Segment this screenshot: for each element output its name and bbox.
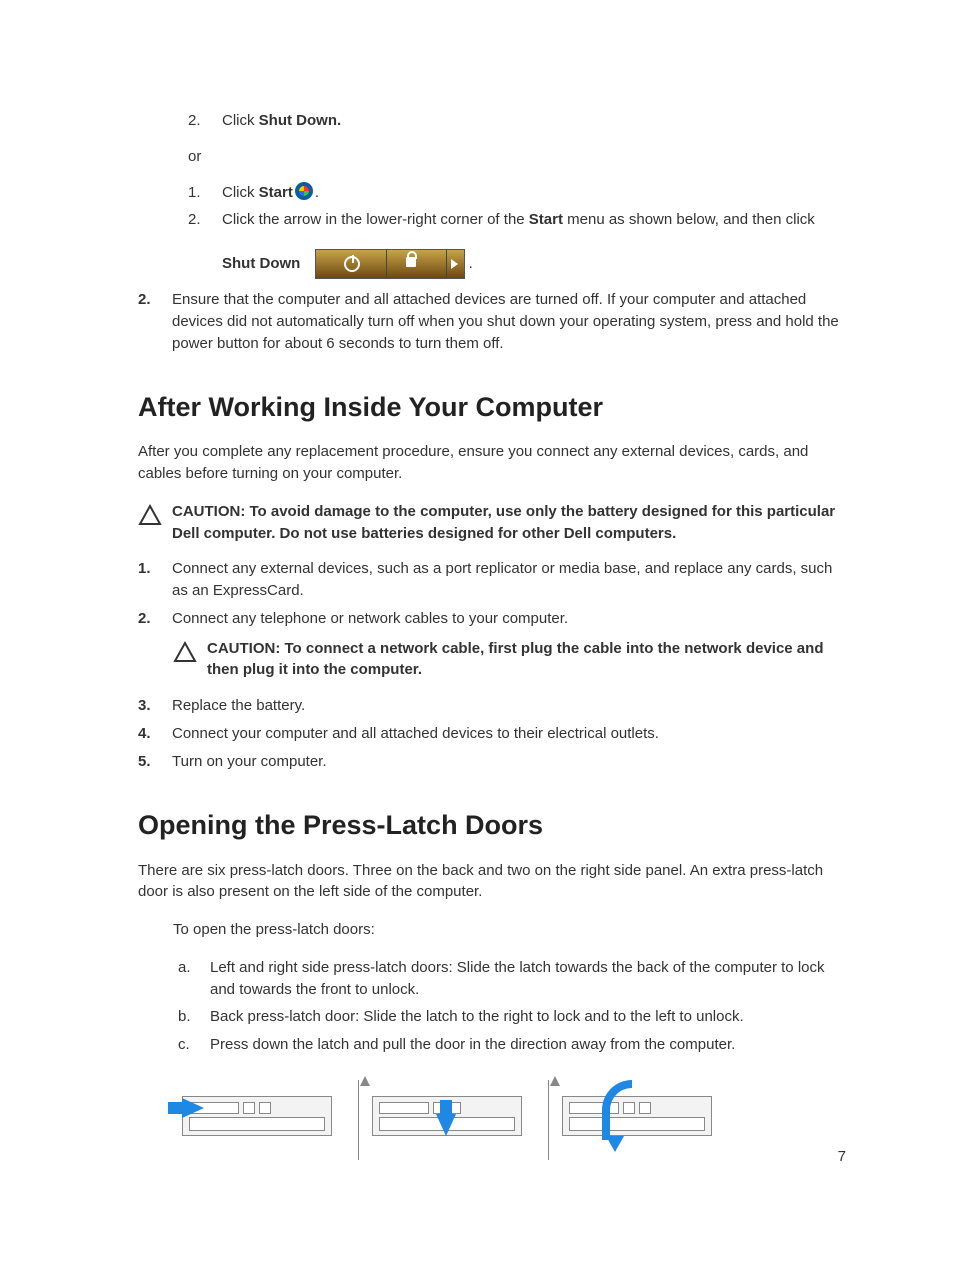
- list-body: Click Start.: [222, 182, 846, 204]
- heading-after-working: After Working Inside Your Computer: [138, 388, 846, 427]
- list-body: Left and right side press-latch doors: S…: [210, 957, 846, 1001]
- letter-c: c. Press down the latch and pull the doo…: [178, 1034, 846, 1056]
- list-body: Turn on your computer.: [172, 751, 846, 773]
- list-marker: 2.: [138, 608, 158, 630]
- list-body: Back press-latch door: Slide the latch t…: [210, 1006, 846, 1028]
- text: Click: [222, 112, 259, 129]
- list-marker: 4.: [138, 723, 158, 745]
- text: menu as shown below, and then click: [563, 211, 815, 228]
- heading-press-latch: Opening the Press-Latch Doors: [138, 806, 846, 845]
- bold-text: Start: [529, 211, 563, 228]
- list-body: Connect any external devices, such as a …: [172, 558, 846, 602]
- diagram-press-down: [368, 1074, 528, 1164]
- press-latch-diagrams: [178, 1074, 846, 1164]
- list-marker: 1.: [138, 558, 158, 602]
- paragraph: To open the press-latch doors:: [173, 919, 846, 941]
- list-body: Click the arrow in the lower-right corne…: [222, 209, 846, 231]
- paragraph: There are six press-latch doors. Three o…: [138, 860, 846, 904]
- text: Click the arrow in the lower-right corne…: [222, 211, 529, 228]
- alt-step-2: 2. Click the arrow in the lower-right co…: [188, 209, 846, 231]
- lettered-list: a. Left and right side press-latch doors…: [178, 957, 846, 1056]
- caution-text: CAUTION: To connect a network cable, fir…: [207, 638, 846, 682]
- list-marker: 2.: [188, 110, 208, 132]
- page-number: 7: [838, 1146, 846, 1168]
- arrow-icon: [451, 259, 458, 269]
- alt-step-1: 1. Click Start.: [188, 182, 846, 204]
- list-marker: 2.: [188, 209, 208, 231]
- after-step-1: 1. Connect any external devices, such as…: [138, 558, 846, 602]
- arrow-down-icon: [436, 1114, 456, 1136]
- bold-text: Shut Down.: [259, 112, 342, 129]
- text: .: [469, 255, 473, 272]
- list-marker: b.: [178, 1006, 196, 1028]
- list-body: Replace the battery.: [172, 695, 846, 717]
- list-marker: 5.: [138, 751, 158, 773]
- power-icon: [344, 256, 360, 272]
- lock-icon: [406, 257, 416, 267]
- caution-triangle-icon: [138, 503, 162, 527]
- list-marker: c.: [178, 1034, 196, 1056]
- list-body: Connect any telephone or network cables …: [172, 608, 846, 630]
- letter-b: b. Back press-latch door: Slide the latc…: [178, 1006, 846, 1028]
- after-step-2: 2. Connect any telephone or network cabl…: [138, 608, 846, 630]
- shutdown-toolbar-image: [315, 249, 465, 279]
- list-body: Press down the latch and pull the door i…: [210, 1034, 846, 1056]
- after-step-4: 4. Connect your computer and all attache…: [138, 723, 846, 745]
- list-marker: 3.: [138, 695, 158, 717]
- list-body: Connect your computer and all attached d…: [172, 723, 846, 745]
- after-step-5: 5. Turn on your computer.: [138, 751, 846, 773]
- divider: [446, 250, 447, 278]
- caution-triangle-icon: [173, 640, 197, 664]
- letter-a: a. Left and right side press-latch doors…: [178, 957, 846, 1001]
- bold-text: Start: [259, 184, 293, 201]
- caution-block: CAUTION: To avoid damage to the computer…: [138, 501, 846, 545]
- diagram-slide-right: [178, 1074, 338, 1164]
- text: Click: [222, 184, 259, 201]
- arrow-right-icon: [182, 1098, 204, 1118]
- shutdown-bar-row: Shut Down .: [222, 249, 846, 279]
- list-marker: 2.: [138, 289, 158, 354]
- caution-block-nested: CAUTION: To connect a network cable, fir…: [173, 638, 846, 682]
- list-marker: a.: [178, 957, 196, 1001]
- start-orb-icon: [295, 182, 313, 200]
- caution-text: CAUTION: To avoid damage to the computer…: [172, 501, 846, 545]
- bold-text: Shut Down: [222, 255, 300, 272]
- list-body: Click Shut Down.: [222, 110, 846, 132]
- list-marker: 1.: [188, 182, 208, 204]
- text: .: [315, 184, 319, 201]
- step-2-click-shutdown: 2. Click Shut Down.: [188, 110, 846, 132]
- paragraph: After you complete any replacement proce…: [138, 441, 846, 485]
- list-body: Ensure that the computer and all attache…: [172, 289, 846, 354]
- or-text: or: [188, 146, 846, 168]
- curve-arrow-icon: [602, 1080, 632, 1140]
- outer-step-2: 2. Ensure that the computer and all atta…: [138, 289, 846, 354]
- diagram-pull-open: [558, 1074, 718, 1164]
- after-step-3: 3. Replace the battery.: [138, 695, 846, 717]
- divider: [386, 250, 387, 278]
